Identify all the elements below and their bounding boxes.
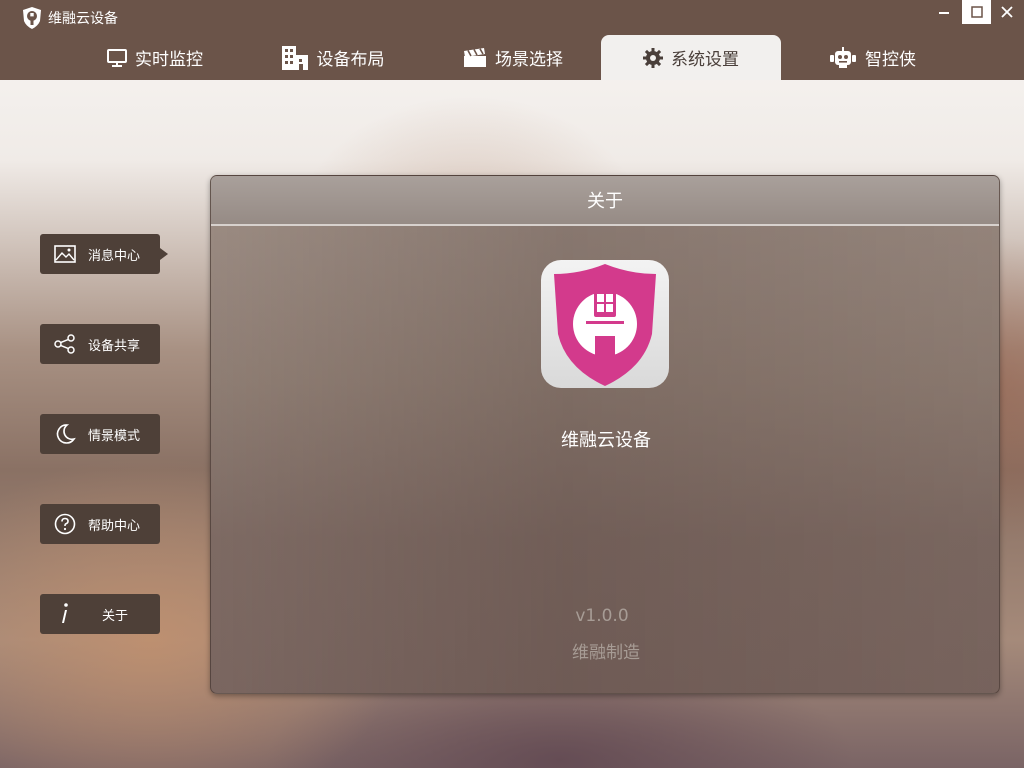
tab-system-settings[interactable]: 系统设置 [601, 35, 781, 80]
gear-icon [643, 47, 663, 68]
maximize-icon [970, 6, 983, 18]
about-panel: 关于 维融云设备 v1.0.0 维融制造 [210, 175, 1000, 694]
tab-label: 智控侠 [865, 50, 916, 70]
image-icon [54, 243, 76, 265]
app-name: 维融云设备 [561, 430, 651, 451]
sidebar-item-label: 关于 [102, 609, 129, 624]
shield-logo-icon [554, 264, 656, 386]
sidebar-item-device-sharing[interactable]: 设备共享 [40, 324, 160, 364]
sidebar-item-label: 消息中心 [88, 249, 141, 264]
robot-icon [830, 46, 856, 68]
building-icon [281, 45, 308, 70]
sidebar-item-about[interactable]: 关于 [40, 594, 160, 634]
sidebar-item-label: 设备共享 [88, 339, 141, 354]
tab-label: 设备布局 [316, 50, 385, 70]
app-title: 维融云设备 [22, 5, 118, 31]
close-icon [1000, 6, 1013, 18]
sidebar-item-message-center[interactable]: 消息中心 [40, 234, 160, 274]
minimize-button[interactable] [929, 0, 958, 24]
sidebar-item-label: 帮助中心 [88, 519, 141, 534]
title-bar: 维融云设备 实时监控 设备布局 场景选择 系统设置 智控侠 [0, 0, 1024, 80]
maximize-button[interactable] [962, 0, 991, 24]
tab-scene-selection[interactable]: 场景选择 [448, 35, 578, 80]
panel-title: 关于 [211, 176, 999, 226]
app-logo [541, 260, 669, 388]
minimize-icon [938, 12, 949, 14]
sidebar-item-label: 情景模式 [88, 429, 141, 444]
active-indicator-arrow [160, 248, 168, 260]
close-button[interactable] [992, 0, 1021, 24]
app-title-text: 维融云设备 [48, 11, 118, 27]
sidebar-item-help-center[interactable]: 帮助中心 [40, 504, 160, 544]
tab-device-layout[interactable]: 设备布局 [265, 35, 400, 80]
tab-label: 场景选择 [495, 50, 563, 70]
monitor-icon [107, 48, 127, 67]
tab-label: 实时监控 [135, 50, 203, 70]
tab-realtime-monitor[interactable]: 实时监控 [90, 35, 220, 80]
tab-smart-control[interactable]: 智控侠 [815, 35, 930, 80]
maker-text: 维融制造 [572, 643, 640, 663]
shield-logo-icon [23, 7, 41, 29]
clapperboard-icon [464, 47, 486, 67]
share-icon [54, 333, 76, 355]
moon-icon [54, 423, 76, 445]
question-icon [54, 513, 76, 535]
info-icon [54, 603, 76, 625]
tab-label: 系统设置 [671, 50, 739, 70]
version-text: v1.0.0 [575, 606, 629, 626]
sidebar-item-scene-mode[interactable]: 情景模式 [40, 414, 160, 454]
